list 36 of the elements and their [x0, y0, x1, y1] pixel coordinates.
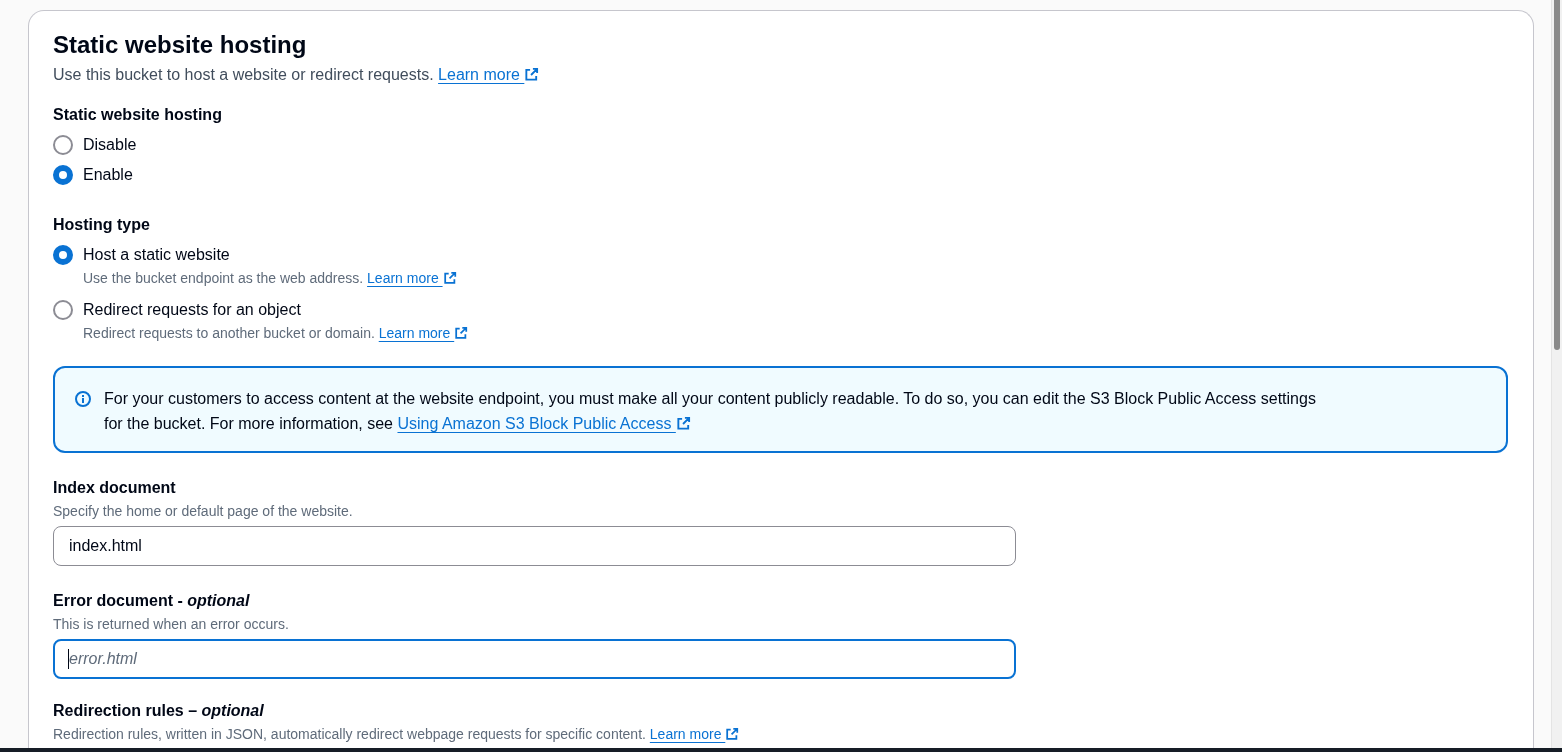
group-label: Static website hosting: [53, 105, 223, 125]
field-label: Redirection rules – optional: [53, 701, 265, 721]
external-link-icon: [524, 67, 540, 82]
field-hint: This is returned when an error occurs.: [53, 615, 290, 634]
panel-description: Use this bucket to host a website or redirect requests. Learn more: [53, 64, 1508, 86]
learn-more-link[interactable]: Learn more: [438, 66, 540, 83]
block-public-access-link[interactable]: Using Amazon S3 Block Public Access: [397, 415, 691, 432]
info-icon: [75, 391, 91, 407]
external-link-icon: [454, 326, 469, 340]
radio-button[interactable]: [53, 300, 73, 320]
text-input[interactable]: error.html: [53, 639, 1016, 679]
option-description: Redirect requests to another bucket or domain. Learn more: [83, 323, 1508, 343]
alert-message: For your customers to access content at the website endpoint, you must make all your content publicly readable. To do so, you can edit the S3 Block Public Access settings for the bucket. For more information, see Using Amazon S3 Block Public Access: [104, 389, 1317, 434]
radio-button[interactable]: [53, 245, 73, 265]
radio-button[interactable]: [53, 135, 73, 155]
learn-more-link[interactable]: Learn more: [367, 270, 457, 286]
radio-label[interactable]: Host a static website: [83, 244, 230, 266]
group-label: Hosting type: [53, 215, 151, 235]
panel-title: Static website hosting: [53, 30, 308, 60]
radio-button[interactable]: [53, 165, 73, 185]
external-link-icon: [675, 416, 691, 431]
field-label: Error document - optional: [53, 591, 251, 611]
text-input[interactable]: index.html: [53, 526, 1016, 566]
external-link-icon: [442, 271, 457, 285]
radio-label[interactable]: Disable: [83, 134, 137, 156]
scrollbar-thumb[interactable]: [1554, 0, 1560, 350]
option-description: Use the bucket endpoint as the web address. Learn more: [83, 268, 1508, 288]
text-cursor: [68, 649, 69, 669]
field-hint: Specify the home or default page of the website.: [53, 502, 354, 521]
radio-label[interactable]: Enable: [83, 164, 133, 186]
field-label: Index document: [53, 478, 177, 498]
radio-label[interactable]: Redirect requests for an object: [83, 299, 301, 321]
learn-more-link[interactable]: Learn more: [378, 325, 469, 341]
learn-more-link[interactable]: Learn more: [649, 726, 740, 742]
external-link-icon: [725, 727, 740, 741]
field-hint: Redirection rules, written in JSON, automatically redirect webpage requests for specific content. Learn more: [53, 724, 1508, 744]
